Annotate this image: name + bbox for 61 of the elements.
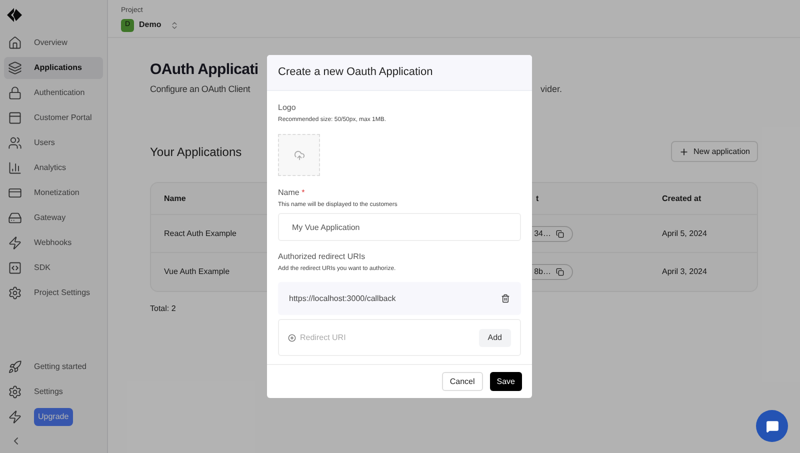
cancel-button[interactable]: Cancel [442,372,483,391]
lock-icon [8,86,22,100]
sidebar-item[interactable]: Getting started [34,361,86,373]
redirect-uri-item: https://localhost:3000/callback [278,282,521,315]
column-header: Name [164,194,186,202]
name-field[interactable]: My Vue Application [278,213,521,241]
page-title: OAuth Applicati [150,60,258,80]
copy-icon[interactable] [556,230,564,238]
page-subtitle: Configure an OAuth Client [150,83,250,96]
settings-icon [8,385,22,399]
field-label: Name * [278,187,306,199]
add-button[interactable]: Add [478,328,511,346]
new-application-button[interactable]: New application [670,141,758,162]
table-cell: April 3, 2024 [662,266,707,278]
redirect-uri-field[interactable]: Redirect URI Add [278,319,521,356]
plus-icon [678,146,689,156]
settings-icon [8,286,22,300]
sidebar-item[interactable]: Authentication [4,82,103,104]
code-icon [8,261,22,275]
bar-chart-icon [8,161,22,175]
section-title: Your Applications [150,144,242,160]
trash-icon[interactable] [501,294,510,303]
table-cell: React Auth Example [164,228,236,238]
upload-icon [294,150,304,160]
layers-icon [8,61,22,75]
field-label: Logo [278,102,297,114]
copy-icon[interactable] [556,268,564,276]
lightning-icon [8,410,22,424]
logo-icon [7,8,23,22]
chat-icon [766,420,778,432]
table-cell: Vue Auth Example [164,267,230,276]
sidebar-item[interactable]: Project Settings [4,282,103,304]
dialog-title: Create a new Oauth Application [278,65,433,80]
chevrons-icon [170,20,180,30]
sidebar-item[interactable]: Gateway [4,207,103,229]
sidebar-item[interactable]: Webhooks [4,232,103,254]
drive-icon [8,211,22,225]
sidebar-item[interactable]: Settings [34,386,63,398]
window-icon [8,111,22,125]
sidebar-item[interactable]: Applications [4,57,103,79]
card-icon [8,186,22,200]
users-icon [8,136,22,150]
total-count: Total: 2 [150,303,177,315]
add-circle-icon [288,334,296,342]
field-label: Authorized redirect URIs [278,251,366,263]
upgrade-button[interactable]: Upgrade [34,408,73,426]
page-subtitle: vider. [540,83,562,96]
column-header: Created at [662,192,702,204]
sidebar-item[interactable]: SDK [4,257,103,279]
column-header: t [536,194,539,202]
home-icon [8,36,22,50]
sidebar-item[interactable]: Users [4,132,103,154]
sidebar-item[interactable]: Analytics [4,157,103,179]
sidebar-item[interactable]: Monetization [4,182,103,204]
table-cell: April 5, 2024 [662,228,707,240]
sidebar-item[interactable]: Overview [4,32,103,54]
rocket-icon [8,360,22,374]
chat-button[interactable] [756,410,788,442]
save-button[interactable]: Save [490,372,522,391]
sidebar-item[interactable]: Customer Portal [4,107,103,129]
lightning-icon [8,236,22,250]
